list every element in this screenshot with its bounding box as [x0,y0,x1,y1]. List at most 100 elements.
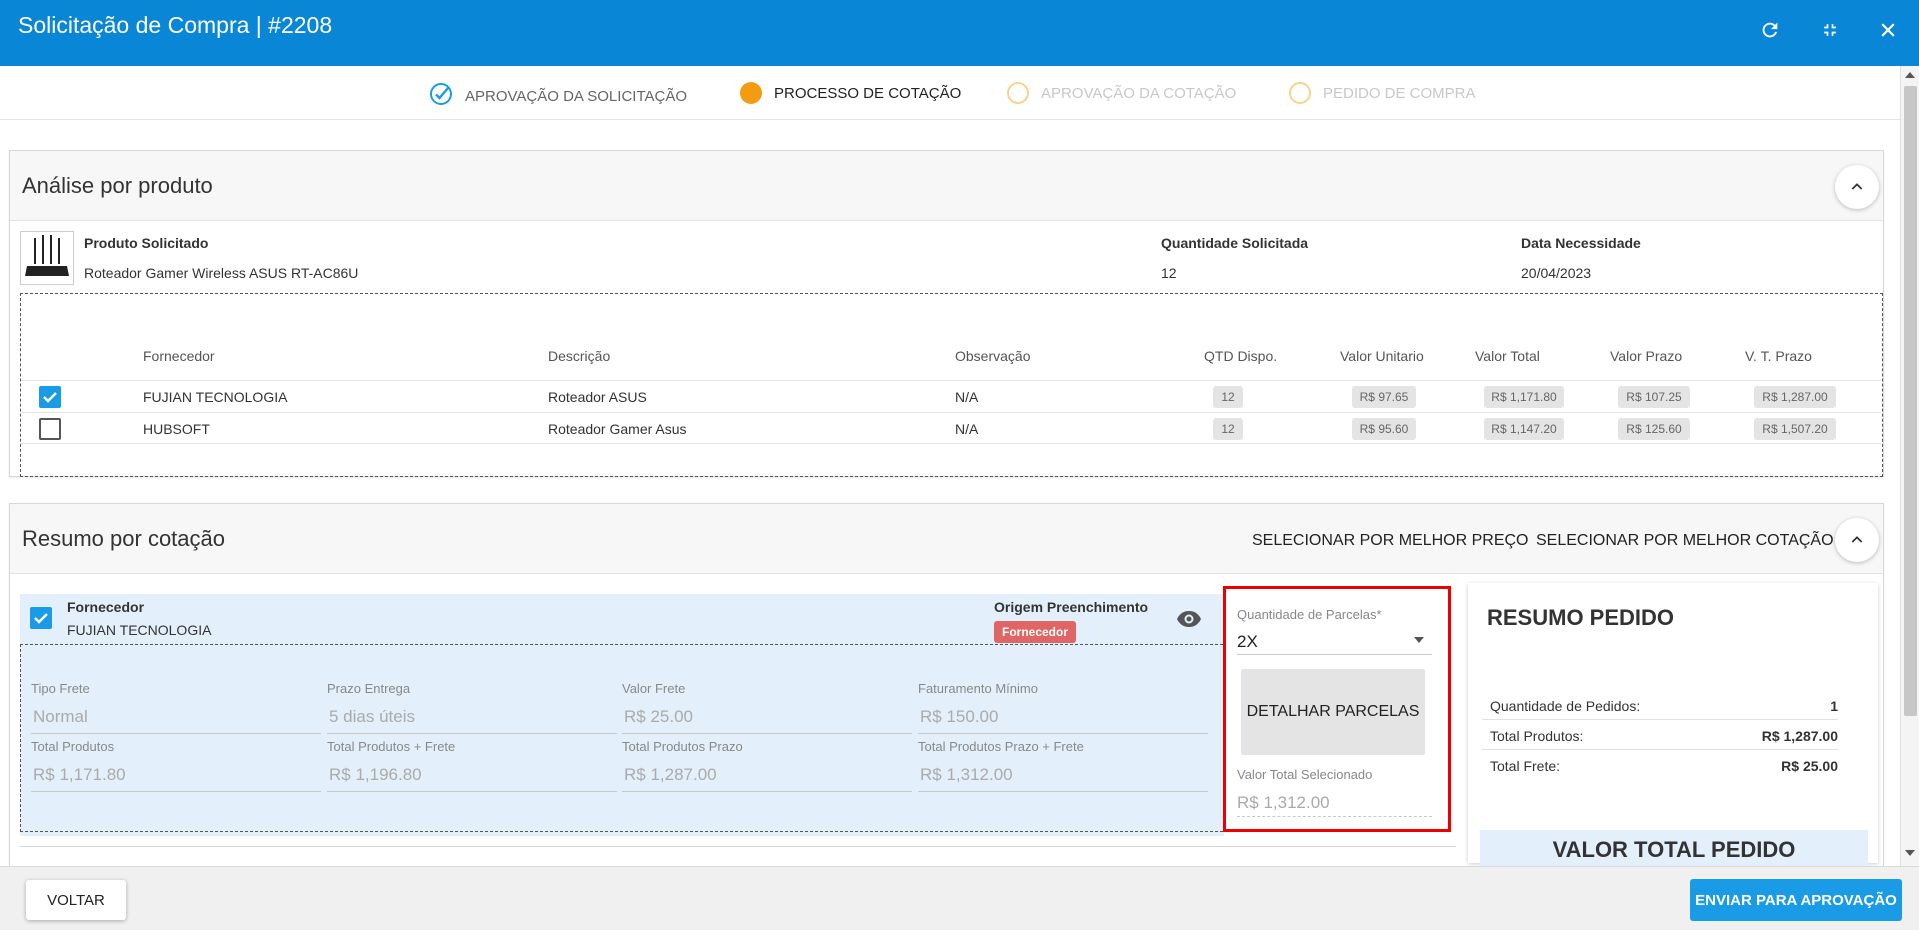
resumo-pedido-card: RESUMO PEDIDO Quantidade de Pedidos: 1 To… [1468,583,1878,870]
total-prazo-frete-label: Total Produtos Prazo + Frete [918,739,1084,754]
router-icon [25,235,69,276]
quantidade-value: 12 [1161,265,1177,281]
observacao-cell: N/A [955,421,979,437]
step-label: APROVAÇÃO DA SOLICITAÇÃO [465,87,687,105]
step-label: APROVAÇÃO DA COTAÇÃO [1041,84,1237,102]
valor-selecionado-field: R$ 1,312.00 [1237,789,1432,817]
product-thumbnail [20,231,74,285]
footer-bar: VOLTAR ENVIAR PARA APROVAÇÃO [0,866,1919,930]
active-step-dot-icon [740,82,762,104]
column-header: Valor Unitario [1340,348,1424,364]
supplier-details: Tipo Frete Normal Prazo Entrega 5 dias ú… [20,644,1228,832]
panel-header: Análise por produto [10,151,1883,221]
check-icon [43,392,57,403]
descricao-cell: Roteador Gamer Asus [548,421,687,437]
qtd-chip: 12 [1213,386,1243,408]
parcelas-select[interactable]: 2X [1237,627,1432,655]
parcelas-box: Quantidade de Parcelas* 2X DETALHAR PARC… [1223,586,1451,832]
chevron-up-icon [1851,536,1863,543]
valor-total-pedido-banner: VALOR TOTAL PEDIDO [1480,830,1868,870]
check-circle-icon [429,82,453,110]
step-pedido-compra[interactable]: PEDIDO DE COMPRA [1289,82,1476,104]
step-label: PEDIDO DE COMPRA [1323,84,1476,102]
step-aprovacao-solicitacao[interactable]: APROVAÇÃO DA SOLICITAÇÃO [429,82,687,110]
quantidade-label: Quantidade Solicitada [1161,235,1309,251]
collapse-icon[interactable] [1816,16,1844,44]
step-processo-cotacao[interactable]: PROCESSO DE COTAÇÃO [740,82,961,104]
valor-prazo-chip: R$ 107.25 [1618,386,1690,408]
total-produtos-field: R$ 1,171.80 [33,765,126,784]
produto-label: Produto Solicitado [84,235,209,251]
app-header: Solicitação de Compra | #2208 [0,0,1919,66]
column-header: Valor Prazo [1610,348,1683,364]
descricao-cell: Roteador ASUS [548,389,647,405]
resumo-row: Quantidade de Pedidos: 1 [1482,690,1838,720]
collapse-panel-button[interactable] [1835,165,1879,209]
column-header: Observação [955,348,1031,364]
valor-unit-chip: R$ 97.65 [1352,386,1416,408]
detalhar-parcelas-button[interactable]: DETALHAR PARCELAS [1241,669,1425,755]
analise-produto-panel: Análise por produto Produto Solicitado R… [9,150,1884,477]
fornecedor-cell: HUBSOFT [143,421,210,437]
valor-unit-chip: R$ 95.60 [1352,418,1416,440]
valor-total-chip: R$ 1,147.20 [1484,418,1564,440]
melhor-preco-button[interactable]: SELECIONAR POR MELHOR PREÇO [1252,532,1529,550]
step-label: PROCESSO DE COTAÇÃO [774,84,962,102]
melhor-cotacao-button[interactable]: SELECIONAR POR MELHOR COTAÇÃO [1536,532,1834,550]
refresh-icon[interactable] [1756,16,1784,44]
valor-frete-field: R$ 25.00 [624,707,693,726]
column-header: Descrição [548,348,611,364]
row-checkbox[interactable] [39,418,61,440]
row-checkbox[interactable] [39,386,61,408]
vt-prazo-chip: R$ 1,287.00 [1754,386,1836,408]
total-frete-label: Total Produtos + Frete [327,739,456,754]
total-frete-field: R$ 1,196.80 [329,765,422,784]
fat-minimo-field: R$ 150.00 [920,707,999,726]
scroll-down-arrow-icon [1905,850,1915,856]
vertical-scrollbar[interactable] [1900,66,1919,866]
vt-prazo-chip: R$ 1,507.20 [1754,418,1836,440]
total-prazo-field: R$ 1,287.00 [624,765,717,784]
collapse-panel-button[interactable] [1835,518,1879,562]
data-necessidade-label: Data Necessidade [1521,235,1641,251]
column-header: Fornecedor [143,348,215,364]
panel-title: Resumo por cotação [22,526,225,551]
data-necessidade-value: 20/04/2023 [1521,265,1592,281]
prazo-entrega-field: 5 dias úteis [329,707,415,726]
eye-icon[interactable] [1176,610,1202,633]
scroll-up-arrow-icon [1905,72,1915,78]
supplier-checkbox[interactable] [30,607,52,629]
total-prazo-frete-field: R$ 1,312.00 [920,765,1013,784]
close-icon[interactable] [1874,16,1902,44]
parcelas-label: Quantidade de Parcelas* [1237,607,1382,622]
column-header: QTD Dispo. [1204,348,1278,364]
resumo-row: Total Frete: R$ 25.00 [1490,758,1838,774]
table-row[interactable]: FUJIAN TECNOLOGIA Roteador ASUS N/A 12 R… [21,380,1881,412]
tipo-frete-label: Tipo Frete [31,681,90,696]
step-aprovacao-cotacao[interactable]: APROVAÇÃO DA COTAÇÃO [1007,82,1236,104]
origem-label: Origem Preenchimento [994,599,1149,615]
observacao-cell: N/A [955,389,979,405]
total-prazo-label: Total Produtos Prazo [622,739,743,754]
resumo-pedido-title: RESUMO PEDIDO [1487,605,1675,630]
panel-title: Análise por produto [22,173,213,198]
check-icon [34,613,48,624]
valor-frete-label: Valor Frete [622,681,686,696]
fornecedor-cell: FUJIAN TECNOLOGIA [143,389,288,405]
parcelas-value: 2X [1237,632,1258,651]
total-produtos-label: Total Produtos [31,739,115,754]
chevron-up-icon [1851,183,1863,190]
valor-prazo-chip: R$ 125.60 [1618,418,1690,440]
divider [20,846,1456,847]
dropdown-arrow-icon [1414,637,1424,643]
table-row[interactable]: HUBSOFT Roteador Gamer Asus N/A 12 R$ 95… [21,412,1881,444]
enviar-aprovacao-button[interactable]: ENVIAR PARA APROVAÇÃO [1690,879,1902,921]
valor-total-chip: R$ 1,171.80 [1484,386,1564,408]
scrollbar-thumb[interactable] [1904,86,1917,716]
valor-selecionado-label: Valor Total Selecionado [1237,767,1373,782]
fornecedor-value: FUJIAN TECNOLOGIA [67,622,212,638]
voltar-button[interactable]: VOLTAR [26,880,126,920]
column-header: Valor Total [1475,348,1540,364]
origem-badge: Fornecedor [994,621,1077,643]
prazo-entrega-label: Prazo Entrega [327,681,411,696]
